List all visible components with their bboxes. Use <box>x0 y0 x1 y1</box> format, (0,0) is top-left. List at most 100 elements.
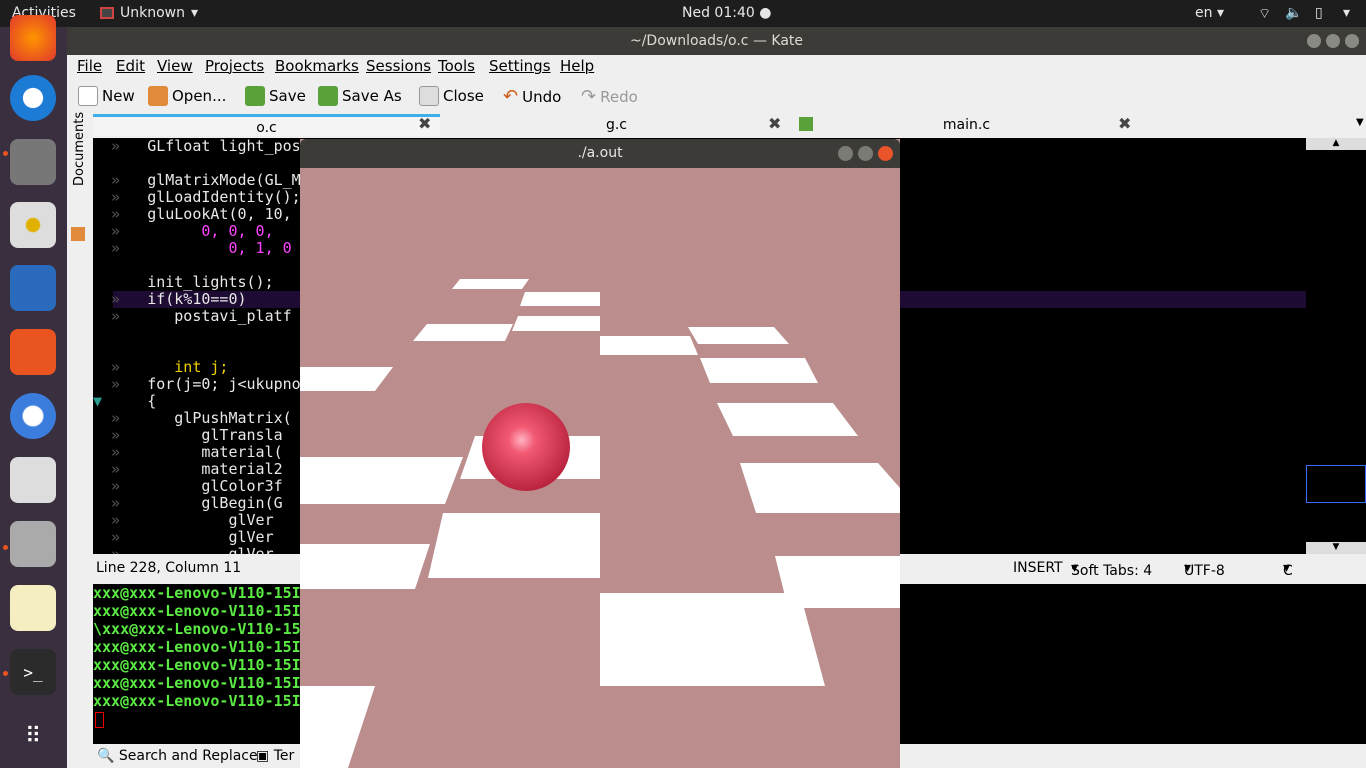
menu-file[interactable]: File <box>77 57 102 75</box>
save-as-button[interactable]: Save As <box>318 86 402 106</box>
language-indicator[interactable]: en ▾ <box>1195 5 1224 21</box>
encoding-selector[interactable]: UTF-8 ▾ <box>1184 560 1225 579</box>
platform-tile <box>700 358 818 383</box>
input-mode[interactable]: INSERT <box>1013 560 1063 576</box>
tab-label: g.c <box>605 117 628 133</box>
close-tab-icon[interactable]: ✖ <box>418 114 431 133</box>
platform-tile <box>600 336 698 355</box>
close-button[interactable] <box>1345 34 1359 48</box>
terminal-line: xxx@xxx-Lenovo-V110-15I <box>93 656 301 674</box>
show-apps-icon[interactable]: ⠿ <box>10 713 56 759</box>
thunderbird-icon[interactable] <box>10 75 56 121</box>
platform-tile <box>413 324 513 341</box>
syntax-selector[interactable]: C ▾ <box>1283 560 1293 579</box>
code-line: 0, 1, 0 <box>228 239 292 257</box>
save-button[interactable]: Save <box>245 86 306 106</box>
platform-tile <box>452 279 529 289</box>
maximize-button[interactable] <box>858 146 873 161</box>
window-titlebar: ~/Downloads/o.c — Kate <box>67 27 1366 55</box>
menu-help[interactable]: Help <box>560 57 594 75</box>
code-line: glVer <box>228 528 274 546</box>
terminal-line: xxx@xxx-Lenovo-V110-15I <box>93 638 301 656</box>
tab-o-c[interactable]: o.c <box>93 114 440 136</box>
chevron-down-icon: ▾ <box>191 5 199 21</box>
tab-g-c[interactable]: g.c <box>443 114 790 136</box>
close-document-icon <box>419 86 439 106</box>
close-doc-button[interactable]: Close <box>419 86 484 106</box>
indent-label: Soft Tabs: 4 <box>1071 563 1153 579</box>
close-button[interactable] <box>878 146 893 161</box>
files-icon[interactable] <box>10 139 56 185</box>
code-line: glVer <box>228 545 274 555</box>
tab-list-icon[interactable]: ▼ <box>1356 117 1364 128</box>
code-line: glLoadIdentity(); <box>147 188 301 206</box>
menu-sessions[interactable]: Sessions <box>366 57 431 75</box>
maximize-button[interactable] <box>1326 34 1340 48</box>
save-as-label: Save As <box>342 87 402 105</box>
minimize-button[interactable] <box>1307 34 1321 48</box>
open-button[interactable]: Open... <box>148 86 226 106</box>
wifi-icon[interactable]: ⌔ <box>1258 5 1271 23</box>
terminal-line: xxx@xxx-Lenovo-V110-15I <box>93 602 301 620</box>
terminal-tab-label: Ter <box>273 748 295 764</box>
game-scene <box>300 279 900 768</box>
code-line: glBegin(G <box>201 494 283 512</box>
app-menu-label: Unknown <box>120 5 185 21</box>
minimize-button[interactable] <box>838 146 853 161</box>
menu-settings[interactable]: Settings <box>489 57 551 75</box>
writer-icon[interactable] <box>10 265 56 311</box>
code-line: { <box>147 392 157 410</box>
code-line: material2 <box>201 460 283 478</box>
scroll-down-icon[interactable]: ▼ <box>1306 542 1366 554</box>
new-button[interactable]: New <box>78 86 135 106</box>
menu-edit[interactable]: Edit <box>116 57 145 75</box>
code-line: if(k%10==0) <box>147 290 247 308</box>
minimap-scrollbar[interactable]: ▲ ▼ <box>1306 138 1366 554</box>
terminal-line: xxx@xxx-Lenovo-V110-15I <box>93 674 301 692</box>
indent-settings[interactable]: Soft Tabs: 4 ▾ <box>1071 560 1152 579</box>
close-tab-icon[interactable]: ✖ <box>768 114 781 133</box>
documents-icon <box>71 227 85 241</box>
code-line: glVer <box>228 511 274 529</box>
fold-marker-icon[interactable]: ▼ <box>93 392 102 410</box>
app-menu[interactable]: Unknown ▾ <box>100 5 198 21</box>
code-line: glTransla <box>201 426 283 444</box>
printer-icon[interactable] <box>10 521 56 567</box>
menu-tools[interactable]: Tools <box>438 57 475 75</box>
menu-view[interactable]: View <box>157 57 193 75</box>
clock-label: Ned 01:40 <box>682 5 755 21</box>
running-indicator <box>3 671 8 676</box>
top-panel: Activities Unknown ▾ Ned 01:40 ● en ▾ ⌔ … <box>0 0 1366 27</box>
gedit-icon[interactable] <box>10 585 56 631</box>
ball <box>482 403 570 491</box>
clock[interactable]: Ned 01:40 ● <box>682 5 771 21</box>
documents-tab[interactable]: Documents <box>72 112 87 186</box>
text-editor-icon[interactable] <box>10 457 56 503</box>
menu-bookmarks[interactable]: Bookmarks <box>275 57 359 75</box>
terminal-line: xxx@xxx-Lenovo-V110-15I <box>93 692 301 710</box>
system-menu-icon[interactable]: ▾ <box>1343 5 1350 21</box>
new-document-icon <box>78 86 98 106</box>
terminal-tab[interactable]: ▣ Ter <box>256 748 294 764</box>
cursor-position[interactable]: Line 228, Column 11 <box>96 560 241 576</box>
dock: >_ ⠿ <box>0 15 67 768</box>
volume-icon[interactable]: 🔈 <box>1285 5 1302 21</box>
battery-icon[interactable]: ▯ <box>1315 5 1323 21</box>
chromium-icon[interactable] <box>10 393 56 439</box>
new-label: New <box>102 87 135 105</box>
menu-projects[interactable]: Projects <box>205 57 264 75</box>
opengl-window[interactable]: ./a.out <box>300 139 900 768</box>
search-replace-tab[interactable]: 🔍 Search and Replace <box>97 748 258 764</box>
scroll-up-icon[interactable]: ▲ <box>1306 138 1366 150</box>
terminal-line: \xxx@xxx-Lenovo-V110-15 <box>93 620 301 638</box>
software-center-icon[interactable] <box>10 329 56 375</box>
redo-button[interactable]: ↷ Redo <box>581 86 638 107</box>
undo-button[interactable]: ↶ Undo <box>503 86 561 107</box>
redo-icon: ↷ <box>581 86 597 107</box>
code-line: material( <box>201 443 283 461</box>
close-tab-icon[interactable]: ✖ <box>1118 114 1131 133</box>
terminal-icon[interactable]: >_ <box>10 649 56 695</box>
firefox-icon[interactable] <box>10 15 56 61</box>
tab-main-c[interactable]: main.c <box>793 114 1140 136</box>
rhythmbox-icon[interactable] <box>10 202 56 248</box>
